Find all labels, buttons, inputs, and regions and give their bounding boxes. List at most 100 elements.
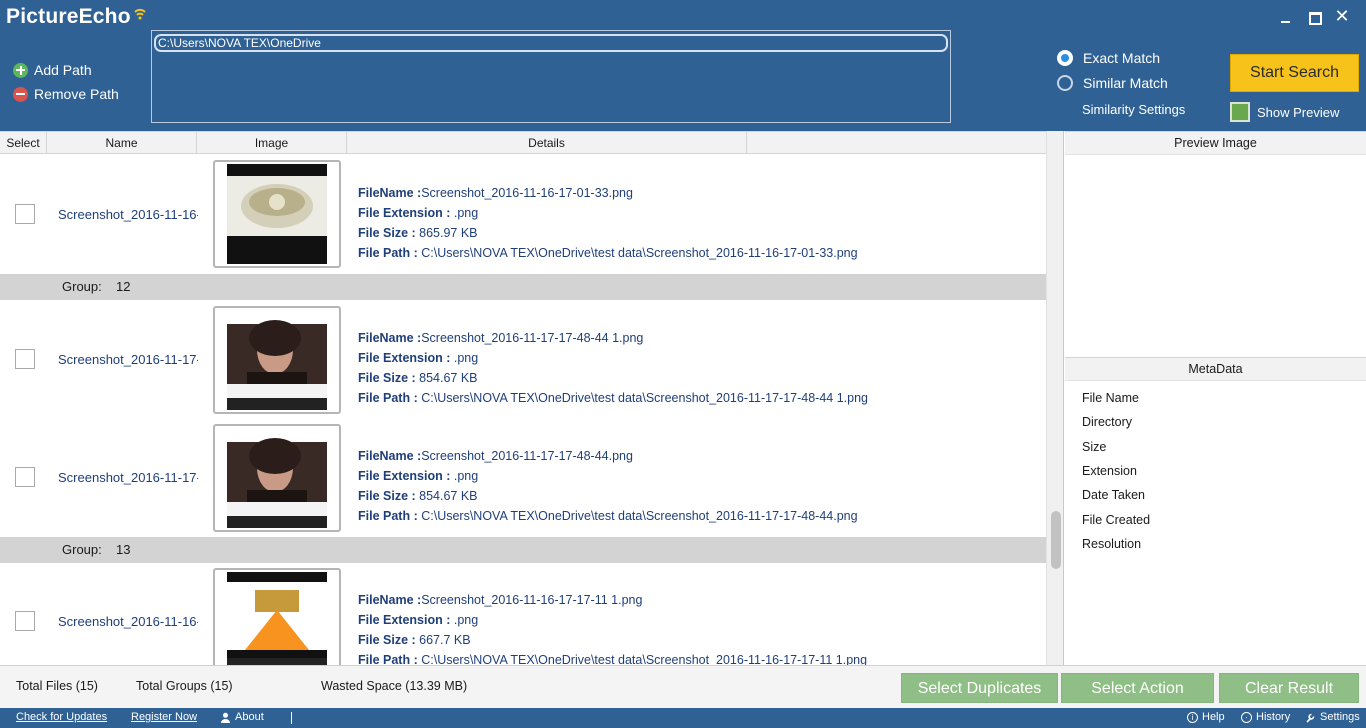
metadata-header: MetaData bbox=[1065, 357, 1366, 381]
group-header: Group: 13 bbox=[0, 537, 1046, 563]
row-checkbox[interactable] bbox=[15, 467, 35, 487]
row-thumbnail[interactable] bbox=[213, 568, 341, 665]
add-path-button[interactable]: Add Path bbox=[13, 62, 92, 78]
detail-path: File Path : C:\Users\NOVA TEX\OneDrive\t… bbox=[358, 388, 868, 408]
metadata-date-taken: Date Taken bbox=[1082, 488, 1146, 502]
search-path-list[interactable]: C:\Users\NOVA TEX\OneDrive bbox=[151, 30, 951, 123]
exact-match-radio[interactable]: Exact Match bbox=[1057, 50, 1160, 66]
thumbnail-image bbox=[227, 572, 327, 665]
value-path: C:\Users\NOVA TEX\OneDrive\test data\Scr… bbox=[421, 246, 858, 260]
row-checkbox[interactable] bbox=[15, 349, 35, 369]
detail-size: File Size : 865.97 KB bbox=[358, 223, 858, 243]
detail-size: File Size : 854.67 KB bbox=[358, 368, 868, 388]
label-size: File Size : bbox=[358, 633, 416, 647]
group-number: 13 bbox=[116, 542, 131, 557]
register-now-link[interactable]: Register Now bbox=[131, 711, 197, 723]
row-file-name[interactable]: Screenshot_2016-11-17- bbox=[58, 352, 198, 367]
settings-link[interactable]: Settings bbox=[1305, 711, 1360, 723]
check-updates-link[interactable]: Check for Updates bbox=[16, 711, 107, 723]
column-header-image[interactable]: Image bbox=[197, 132, 347, 154]
select-duplicates-button[interactable]: Select Duplicates bbox=[901, 673, 1058, 703]
app-logo: PictureEcho bbox=[6, 5, 147, 29]
remove-path-button[interactable]: Remove Path bbox=[13, 86, 119, 102]
table-row[interactable]: Screenshot_2016-11-17- FileName :Screens… bbox=[0, 304, 1046, 416]
row-file-name[interactable]: Screenshot_2016-11-16- bbox=[58, 614, 198, 629]
label-path: File Path : bbox=[358, 653, 418, 665]
start-search-button[interactable]: Start Search bbox=[1230, 54, 1359, 92]
row-file-name[interactable]: Screenshot_2016-11-16- bbox=[58, 207, 198, 222]
add-path-label: Add Path bbox=[34, 62, 92, 78]
column-header-select[interactable]: Select bbox=[0, 132, 47, 154]
row-details: FileName :Screenshot_2016-11-17-17-48-44… bbox=[358, 446, 858, 526]
value-size: 854.67 KB bbox=[419, 489, 478, 503]
clear-result-button[interactable]: Clear Result bbox=[1219, 673, 1359, 703]
thumbnail-image bbox=[227, 164, 327, 264]
row-thumbnail[interactable] bbox=[213, 306, 341, 414]
value-extension: .png bbox=[453, 206, 479, 220]
radio-selected-icon bbox=[1057, 50, 1073, 66]
footer-separator bbox=[291, 712, 292, 724]
row-checkbox[interactable] bbox=[15, 611, 35, 631]
detail-extension: File Extension : .png bbox=[358, 466, 858, 486]
show-preview-toggle[interactable]: Show Preview bbox=[1230, 102, 1339, 122]
metadata-file-name: File Name bbox=[1082, 391, 1139, 405]
row-file-name[interactable]: Screenshot_2016-11-17- bbox=[58, 470, 198, 485]
help-link[interactable]: i Help bbox=[1187, 711, 1225, 723]
history-link[interactable]: · History bbox=[1241, 711, 1290, 723]
logo-text-echo: Echo bbox=[78, 5, 131, 28]
detail-file-name: FileName :Screenshot_2016-11-16-17-01-33… bbox=[358, 183, 858, 203]
preview-image-header: Preview Image bbox=[1065, 131, 1366, 155]
metadata-extension: Extension bbox=[1082, 464, 1137, 478]
value-file-name: Screenshot_2016-11-16-17-01-33.png bbox=[421, 186, 633, 200]
value-extension: .png bbox=[453, 469, 479, 483]
results-grid: Select Name Image Details Screenshot_201… bbox=[0, 131, 1064, 665]
row-details: FileName :Screenshot_2016-11-16-17-01-33… bbox=[358, 183, 858, 263]
about-link[interactable]: About bbox=[220, 711, 264, 723]
show-preview-label: Show Preview bbox=[1257, 104, 1340, 120]
table-row[interactable]: Screenshot_2016-11-16- FileName :Screens… bbox=[0, 155, 1046, 269]
row-thumbnail[interactable] bbox=[213, 160, 341, 268]
show-preview-checkbox[interactable] bbox=[1230, 102, 1250, 122]
column-header-name[interactable]: Name bbox=[47, 132, 197, 154]
label-size: File Size : bbox=[358, 489, 416, 503]
minimize-button[interactable] bbox=[1276, 8, 1296, 26]
row-thumbnail[interactable] bbox=[213, 424, 341, 532]
preview-panel: Preview Image MetaData File Name Directo… bbox=[1065, 131, 1366, 665]
close-button[interactable]: ✕ bbox=[1332, 7, 1352, 26]
scrollbar-thumb[interactable] bbox=[1051, 511, 1061, 569]
settings-label: Settings bbox=[1320, 711, 1360, 723]
detail-extension: File Extension : .png bbox=[358, 203, 858, 223]
remove-path-label: Remove Path bbox=[34, 86, 119, 102]
group-label: Group: bbox=[62, 279, 102, 294]
value-extension: .png bbox=[453, 351, 479, 365]
value-size: 854.67 KB bbox=[419, 371, 478, 385]
group-label: Group: bbox=[62, 542, 102, 557]
detail-extension: File Extension : .png bbox=[358, 348, 868, 368]
maximize-button[interactable] bbox=[1304, 8, 1324, 26]
remove-icon bbox=[13, 86, 28, 102]
total-groups: Total Groups (15) bbox=[136, 679, 233, 693]
metadata-resolution: Resolution bbox=[1082, 537, 1142, 551]
detail-extension: File Extension : .png bbox=[358, 610, 867, 630]
similarity-settings-link[interactable]: Similarity Settings bbox=[1082, 102, 1185, 117]
detail-file-name: FileName :Screenshot_2016-11-17-17-48-44… bbox=[358, 446, 858, 466]
detail-path: File Path : C:\Users\NOVA TEX\OneDrive\t… bbox=[358, 506, 858, 526]
label-size: File Size : bbox=[358, 226, 416, 240]
select-action-button[interactable]: Select Action bbox=[1061, 673, 1214, 703]
column-header-details[interactable]: Details bbox=[347, 132, 747, 154]
similar-match-radio[interactable]: Similar Match bbox=[1057, 75, 1168, 91]
value-path: C:\Users\NOVA TEX\OneDrive\test data\Scr… bbox=[421, 391, 868, 405]
table-row[interactable]: Screenshot_2016-11-16- FileName :Screens… bbox=[0, 566, 1046, 665]
label-extension: File Extension : bbox=[358, 206, 451, 220]
detail-size: File Size : 667.7 KB bbox=[358, 630, 867, 650]
table-row[interactable]: Screenshot_2016-11-17- FileName :Screens… bbox=[0, 422, 1046, 534]
similar-match-label: Similar Match bbox=[1083, 75, 1168, 91]
logo-text-picture: Picture bbox=[6, 5, 79, 28]
row-checkbox[interactable] bbox=[15, 204, 35, 224]
path-entry[interactable]: C:\Users\NOVA TEX\OneDrive bbox=[154, 34, 948, 52]
row-details: FileName :Screenshot_2016-11-17-17-48-44… bbox=[358, 328, 868, 408]
metadata-directory: Directory bbox=[1082, 415, 1133, 429]
vertical-scrollbar[interactable] bbox=[1046, 131, 1063, 665]
group-header: Group: 12 bbox=[0, 274, 1046, 300]
metadata-file-created: File Created bbox=[1082, 513, 1151, 527]
